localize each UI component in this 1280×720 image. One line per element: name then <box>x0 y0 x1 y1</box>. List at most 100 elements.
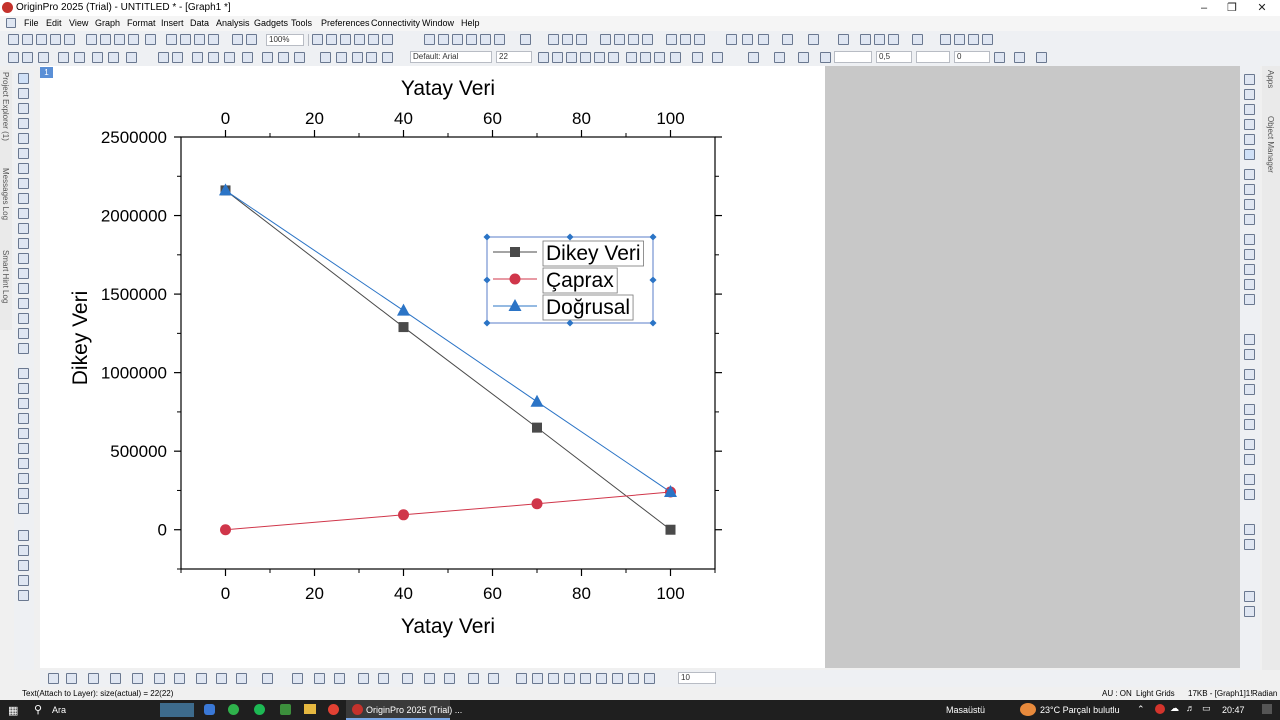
axis-icon[interactable] <box>838 34 849 45</box>
align-bottom-right-icon[interactable] <box>548 673 559 684</box>
legend-icon[interactable] <box>18 398 29 409</box>
align-top-left-icon[interactable] <box>580 673 591 684</box>
pattern-fill-icon[interactable] <box>994 52 1005 63</box>
add-date-icon[interactable] <box>18 443 29 454</box>
line-style-dropdown[interactable] <box>834 51 872 63</box>
anchor-icon[interactable] <box>18 590 29 601</box>
align-left-icon[interactable] <box>1244 234 1255 245</box>
tab-smart-hint-log[interactable]: Smart Hint Log <box>1 250 10 303</box>
new-matrix-icon[interactable] <box>50 34 61 45</box>
paste-format-icon[interactable] <box>758 34 769 45</box>
pointer-icon[interactable] <box>18 73 29 84</box>
move-right-icon[interactable] <box>982 34 993 45</box>
taskbar-desktop[interactable]: Masaüstü <box>946 705 985 715</box>
symbol-dropdown[interactable] <box>916 51 950 63</box>
menu-data[interactable]: Data <box>190 18 209 28</box>
windows-start-icon[interactable]: ▦ <box>8 704 18 717</box>
arrow-tool-icon[interactable] <box>18 238 29 249</box>
zoom-icon[interactable] <box>18 88 29 99</box>
sort-icon[interactable] <box>562 34 573 45</box>
tab-apps[interactable]: Apps <box>1266 70 1275 88</box>
zoom-in-icon[interactable] <box>424 34 435 45</box>
paste-objects-icon[interactable] <box>1244 539 1255 550</box>
matlab-icon[interactable] <box>18 530 29 541</box>
distribute-icon[interactable] <box>1244 591 1255 602</box>
formula-icon[interactable] <box>18 503 29 514</box>
font-color-icon[interactable] <box>712 52 723 63</box>
file-explorer-icon[interactable] <box>304 704 316 714</box>
move-up-icon[interactable] <box>940 34 951 45</box>
theme-icon[interactable] <box>726 34 737 45</box>
extract-layers-icon[interactable] <box>1244 214 1255 225</box>
arrange-icon[interactable] <box>912 34 923 45</box>
font-size-dropdown[interactable]: 22 <box>496 51 532 63</box>
data-highlight-icon[interactable] <box>1244 149 1255 160</box>
ternary-plot-icon[interactable] <box>292 673 303 684</box>
batch-icon[interactable] <box>194 34 205 45</box>
align-icon[interactable] <box>670 52 681 63</box>
back-icon[interactable] <box>8 52 19 63</box>
y-axis-icon[interactable] <box>874 34 885 45</box>
copy-objects-icon[interactable] <box>1244 524 1255 535</box>
annotation-icon[interactable] <box>18 223 29 234</box>
distribute-v-icon[interactable] <box>644 673 655 684</box>
stock-plot-icon[interactable] <box>314 673 325 684</box>
script-window-icon[interactable] <box>382 34 393 45</box>
rotate-left-icon[interactable] <box>1244 474 1255 485</box>
close-small-icon[interactable] <box>18 545 29 556</box>
extract-icon[interactable] <box>224 52 235 63</box>
copy-page-icon[interactable] <box>326 34 337 45</box>
copy-format-icon[interactable] <box>742 34 753 45</box>
superscript-icon[interactable] <box>580 52 591 63</box>
pie-plot-icon[interactable] <box>174 673 185 684</box>
rotate-icon[interactable] <box>18 163 29 174</box>
subscript-icon[interactable] <box>594 52 605 63</box>
recalculate-icon[interactable] <box>166 34 177 45</box>
forward-one-icon[interactable] <box>1244 369 1255 380</box>
line-color-icon[interactable] <box>798 52 809 63</box>
insert-rows-icon[interactable] <box>192 52 203 63</box>
scatter-plot-icon[interactable] <box>66 673 77 684</box>
front-icon[interactable] <box>1244 334 1255 345</box>
zoom-out-tool-icon[interactable] <box>18 103 29 114</box>
scissors-icon[interactable] <box>320 52 331 63</box>
menu-format[interactable]: Format <box>127 18 156 28</box>
tab-object-manager[interactable]: Object Manager <box>1266 116 1275 173</box>
spotify-icon[interactable] <box>254 704 265 715</box>
layer-1-button[interactable]: 1 <box>40 67 53 78</box>
app-menu-icon[interactable] <box>6 18 16 28</box>
filter-icon[interactable] <box>666 34 677 45</box>
refresh-icon[interactable] <box>232 34 243 45</box>
taskbar-app-icon[interactable] <box>204 704 215 715</box>
notification-icon[interactable] <box>1262 704 1272 714</box>
plot-scatter-icon[interactable] <box>1244 104 1255 115</box>
filter-settings-icon[interactable] <box>694 34 705 45</box>
chrome-icon[interactable] <box>328 704 339 715</box>
pattern-icon[interactable] <box>774 52 785 63</box>
forward-icon[interactable] <box>22 52 33 63</box>
hand-icon[interactable] <box>18 283 29 294</box>
align-bottom-center-icon[interactable] <box>532 673 543 684</box>
border-icon[interactable] <box>1014 52 1025 63</box>
rectangle-tool-icon[interactable] <box>18 268 29 279</box>
greek-icon[interactable] <box>626 52 637 63</box>
same-width-icon[interactable] <box>1244 404 1255 415</box>
screen-reader-icon[interactable] <box>18 118 29 129</box>
worksheet-tool-icon[interactable] <box>18 488 29 499</box>
symbol-size-dropdown[interactable]: 0 <box>954 51 990 63</box>
tile-icon[interactable] <box>1244 184 1255 195</box>
scale-icon[interactable] <box>18 178 29 189</box>
align-bottom-left-icon[interactable] <box>516 673 527 684</box>
data-cursor-icon[interactable] <box>18 148 29 159</box>
line-symbol-plot-icon[interactable] <box>88 673 99 684</box>
z-axis-icon[interactable] <box>888 34 899 45</box>
ungroup-icon[interactable] <box>1244 454 1255 465</box>
merge-icon[interactable] <box>1244 199 1255 210</box>
plot-line-symbol-icon[interactable] <box>1244 119 1255 130</box>
menu-analysis[interactable]: Analysis <box>216 18 250 28</box>
search-icon[interactable]: ⚲ <box>34 703 42 716</box>
tab-messages-log[interactable]: Messages Log <box>1 168 10 220</box>
x-axis-icon[interactable] <box>860 34 871 45</box>
taskbar-widget-icon[interactable] <box>160 703 194 717</box>
menu-edit[interactable]: Edit <box>46 18 62 28</box>
